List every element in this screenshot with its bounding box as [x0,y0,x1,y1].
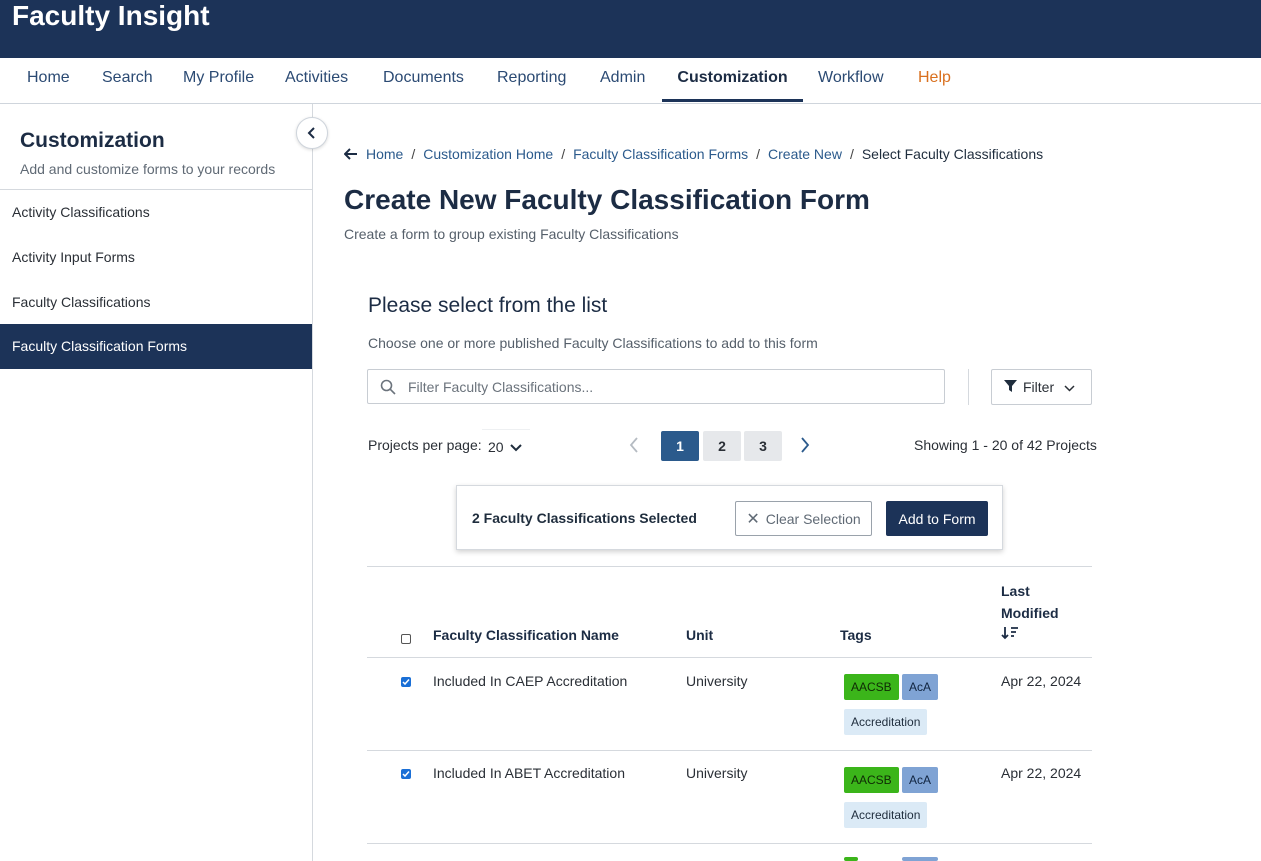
table-divider [367,750,1092,751]
tag-partial [902,857,938,861]
nav-customization[interactable]: Customization [662,58,803,102]
filter-label: Filter [1023,379,1055,395]
app-header: Faculty Insight [0,0,1261,58]
per-page-value: 20 [488,438,504,455]
filter-icon [1004,379,1017,395]
nav-activities[interactable]: Activities [285,58,348,102]
breadcrumb: Home / Customization Home / Faculty Clas… [344,146,1043,162]
sort-descending-icon[interactable] [1001,624,1071,646]
row-checkbox[interactable] [401,769,411,779]
breadcrumb-home[interactable]: Home [366,146,403,162]
sidebar-collapse-button[interactable] [296,117,328,149]
column-header-name[interactable]: Faculty Classification Name [433,627,619,643]
page-button-3[interactable]: 3 [744,431,782,461]
page-button-2[interactable]: 2 [703,431,741,461]
column-header-last-modified-line2: Modified [1001,605,1059,621]
page-button-1[interactable]: 1 [661,431,699,461]
breadcrumb-customization-home[interactable]: Customization Home [423,146,553,162]
search-input[interactable] [408,370,938,403]
row-unit: University [686,765,748,781]
chevron-down-icon [509,439,522,455]
breadcrumb-separator: / [561,146,566,162]
search-box [367,369,945,404]
breadcrumb-current: Select Faculty Classifications [861,146,1044,162]
chevron-down-icon [1064,379,1075,395]
row-name[interactable]: Included In ABET Accreditation [433,765,625,781]
page-subtitle: Create a form to group existing Faculty … [344,226,679,242]
column-header-unit[interactable]: Unit [686,627,713,643]
back-arrow-icon[interactable] [344,148,358,160]
close-icon: ✕ [746,510,760,528]
tag-aca: AcA [902,767,939,793]
nav-my-profile[interactable]: My Profile [183,58,254,102]
divider [968,369,969,405]
nav-search[interactable]: Search [102,58,153,102]
sidebar-title: Customization [20,129,165,152]
row-checkbox[interactable] [401,677,411,687]
per-page-select[interactable]: 20 [482,429,530,463]
nav-documents[interactable]: Documents [383,58,464,102]
sidebar-item-faculty-classification-forms[interactable]: Faculty Classification Forms [0,324,312,369]
chevron-left-icon [307,127,315,139]
breadcrumb-create-new[interactable]: Create New [768,146,842,162]
table-divider [367,843,1092,844]
breadcrumb-faculty-classification-forms[interactable]: Faculty Classification Forms [573,146,748,162]
section-title: Please select from the list [368,294,608,317]
nav-help[interactable]: Help [918,58,951,102]
sidebar: Customization Add and customize forms to… [0,104,313,861]
row-modified: Apr 22, 2024 [1001,765,1082,781]
row-unit: University [686,673,748,689]
clear-selection-label: Clear Selection [765,510,861,527]
sidebar-item-activity-input-forms[interactable]: Activity Input Forms [0,235,312,280]
tag-accreditation: Accreditation [844,709,928,735]
nav-reporting[interactable]: Reporting [497,58,566,102]
tag-aacsb: AACSB [844,674,899,700]
sidebar-item-faculty-classifications[interactable]: Faculty Classifications [0,280,312,325]
breadcrumb-separator: / [756,146,761,162]
nav-workflow[interactable]: Workflow [818,58,884,102]
check-icon [402,771,410,778]
breadcrumb-separator: / [849,146,854,162]
tag-partial [844,857,858,861]
chevron-right-icon[interactable] [799,436,811,459]
filter-button[interactable]: Filter [991,369,1092,405]
tag-aca: AcA [902,674,939,700]
nav-home[interactable]: Home [27,58,70,102]
column-header-last-modified[interactable]: Last Modified [1001,580,1071,646]
page-title: Create New Faculty Classification Form [344,184,870,215]
per-page-label: Projects per page: [368,437,482,453]
clear-selection-button[interactable]: ✕ Clear Selection [735,501,872,536]
showing-count: Showing 1 - 20 of 42 Projects [914,437,1097,453]
main-nav: Home Search My Profile Activities Docume… [0,58,1261,104]
chevron-left-icon[interactable] [628,436,640,459]
check-icon [402,679,410,686]
selection-bar: 2 Faculty Classifications Selected ✕ Cle… [456,485,1003,550]
tag-aacsb: AACSB [844,767,899,793]
table-divider [367,657,1092,658]
selection-count: 2 Faculty Classifications Selected [472,510,697,526]
tag-accreditation: Accreditation [844,802,928,828]
row-modified: Apr 22, 2024 [1001,673,1082,689]
sidebar-subtitle: Add and customize forms to your records [20,161,276,177]
search-icon [380,379,396,400]
nav-admin[interactable]: Admin [600,58,645,102]
column-header-tags[interactable]: Tags [840,627,872,643]
sidebar-item-activity-classifications[interactable]: Activity Classifications [0,190,312,235]
section-subtitle: Choose one or more published Faculty Cla… [368,335,818,351]
column-header-last-modified-line1: Last [1001,583,1030,599]
app-title[interactable]: Faculty Insight [12,0,210,32]
add-to-form-button[interactable]: Add to Form [886,501,988,536]
select-all-checkbox[interactable] [401,634,411,644]
row-name[interactable]: Included In CAEP Accreditation [433,673,627,689]
breadcrumb-separator: / [411,146,416,162]
table-divider [367,566,1092,567]
